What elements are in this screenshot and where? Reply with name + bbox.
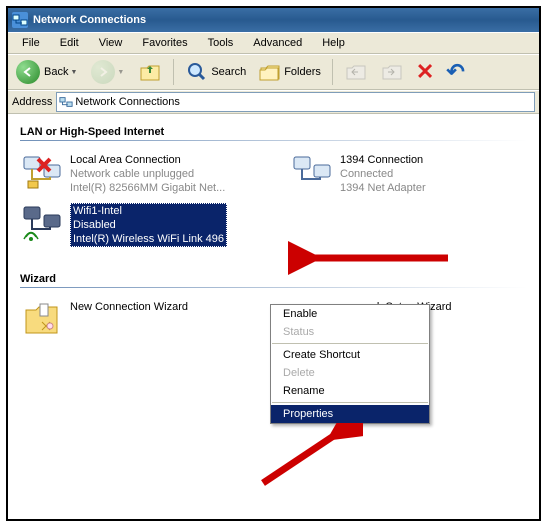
titlebar: Network Connections bbox=[8, 8, 539, 32]
annotation-arrow bbox=[288, 238, 458, 278]
delete-icon: ✕ bbox=[416, 59, 434, 85]
connection-status: Connected bbox=[340, 167, 426, 181]
connection-device: Intel(R) Wireless WiFi Link 496 bbox=[73, 232, 224, 246]
separator bbox=[272, 343, 428, 344]
context-menu-status: Status bbox=[271, 323, 429, 341]
back-button[interactable]: Back ▼ bbox=[12, 58, 83, 86]
address-label: Address bbox=[12, 96, 52, 108]
menu-view[interactable]: View bbox=[89, 35, 133, 51]
copy-to-icon bbox=[380, 60, 404, 84]
search-button[interactable]: Search bbox=[181, 58, 250, 86]
lan-connected-icon bbox=[290, 151, 334, 195]
connection-status: Disabled bbox=[73, 218, 224, 232]
menu-advanced[interactable]: Advanced bbox=[243, 35, 312, 51]
address-bar: Address Network Connections bbox=[8, 90, 539, 114]
menubar: File Edit View Favorites Tools Advanced … bbox=[8, 32, 539, 54]
up-folder-icon bbox=[138, 60, 162, 84]
connection-name: Wifi1-Intel bbox=[73, 204, 224, 218]
dropdown-icon: ▼ bbox=[117, 69, 124, 76]
context-menu: Enable Status Create Shortcut Delete Ren… bbox=[270, 304, 430, 424]
context-menu-properties[interactable]: Properties bbox=[271, 405, 429, 423]
menu-tools[interactable]: Tools bbox=[198, 35, 244, 51]
context-menu-delete: Delete bbox=[271, 364, 429, 382]
toolbar: Back ▼ ▼ Search Folders ✕ ↶ bbox=[8, 54, 539, 90]
window-title: Network Connections bbox=[33, 14, 146, 26]
wizard-icon bbox=[20, 298, 64, 342]
wizard-name: New Connection Wizard bbox=[70, 300, 188, 314]
context-menu-create-shortcut[interactable]: Create Shortcut bbox=[271, 346, 429, 364]
connection-name: Local Area Connection bbox=[70, 153, 225, 167]
menu-edit[interactable]: Edit bbox=[50, 35, 89, 51]
context-menu-rename[interactable]: Rename bbox=[271, 382, 429, 400]
dropdown-icon[interactable]: ▼ bbox=[70, 69, 77, 76]
forward-icon bbox=[91, 60, 115, 84]
connection-item-local-area[interactable]: Local Area Connection Network cable unpl… bbox=[20, 151, 270, 195]
divider bbox=[20, 140, 527, 141]
folders-label: Folders bbox=[284, 66, 321, 78]
wifi-disabled-icon bbox=[20, 203, 64, 247]
connection-item-1394[interactable]: 1394 Connection Connected 1394 Net Adapt… bbox=[290, 151, 490, 195]
connection-name: 1394 Connection bbox=[340, 153, 426, 167]
connection-item-wifi[interactable]: Wifi1-Intel Disabled Intel(R) Wireless W… bbox=[20, 203, 270, 247]
annotation-arrow bbox=[243, 423, 363, 493]
folders-icon bbox=[258, 60, 282, 84]
back-icon bbox=[16, 60, 40, 84]
up-button[interactable] bbox=[134, 58, 166, 86]
address-field[interactable]: Network Connections bbox=[56, 92, 535, 112]
search-icon bbox=[185, 60, 209, 84]
folders-button[interactable]: Folders bbox=[254, 58, 325, 86]
search-label: Search bbox=[211, 66, 246, 78]
separator bbox=[272, 402, 428, 403]
back-label: Back bbox=[44, 66, 68, 78]
undo-icon: ↶ bbox=[446, 59, 464, 85]
move-to-button bbox=[340, 58, 372, 86]
network-connections-icon bbox=[12, 12, 28, 28]
group-header-lan: LAN or High-Speed Internet bbox=[20, 126, 527, 138]
connection-device: Intel(R) 82566MM Gigabit Net... bbox=[70, 181, 225, 195]
menu-help[interactable]: Help bbox=[312, 35, 355, 51]
network-connections-icon bbox=[59, 95, 73, 109]
connection-status: Network cable unplugged bbox=[70, 167, 225, 181]
address-value: Network Connections bbox=[75, 96, 180, 108]
undo-button[interactable]: ↶ bbox=[442, 57, 468, 87]
delete-button[interactable]: ✕ bbox=[412, 57, 438, 87]
menu-favorites[interactable]: Favorites bbox=[132, 35, 197, 51]
menu-file[interactable]: File bbox=[12, 35, 50, 51]
lan-unplugged-icon bbox=[20, 151, 64, 195]
forward-button: ▼ bbox=[87, 58, 130, 86]
context-menu-enable[interactable]: Enable bbox=[271, 305, 429, 323]
divider bbox=[20, 287, 527, 288]
copy-to-button bbox=[376, 58, 408, 86]
move-to-icon bbox=[344, 60, 368, 84]
wizard-item-new-connection[interactable]: New Connection Wizard bbox=[20, 298, 270, 342]
connection-device: 1394 Net Adapter bbox=[340, 181, 426, 195]
